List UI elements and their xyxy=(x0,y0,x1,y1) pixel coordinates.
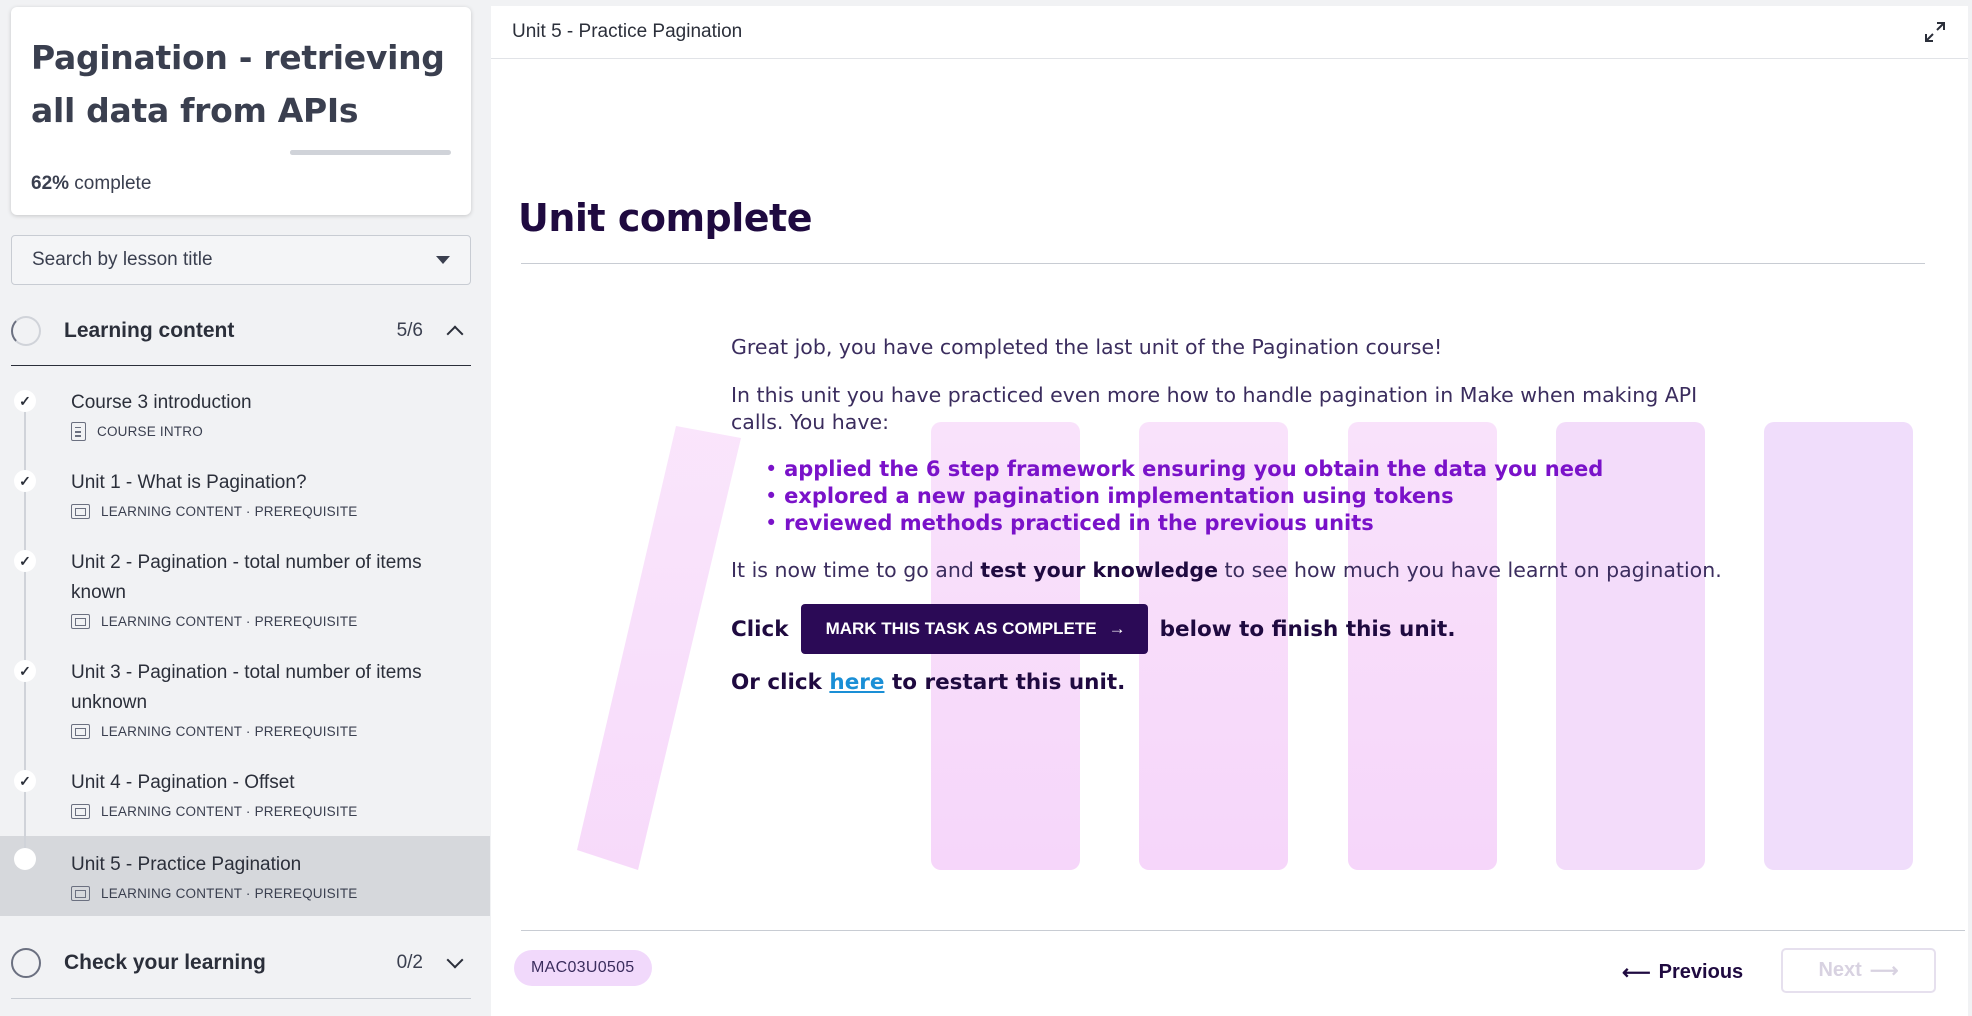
arrow-left-icon: ⟵ xyxy=(1622,961,1651,984)
section-divider xyxy=(11,998,471,999)
section-title: Learning content xyxy=(64,319,235,342)
footer-divider xyxy=(521,930,1965,931)
restart-unit-link[interactable]: here xyxy=(829,670,884,695)
lesson-item-course-intro[interactable]: ✓ Course 3 introduction COURSE INTRO xyxy=(0,376,490,456)
slides-icon xyxy=(71,723,90,739)
section-count: 5/6 xyxy=(396,320,423,341)
next-step-text-bold: test your knowledge xyxy=(980,558,1218,582)
next-step-text-start: It is now time to go and xyxy=(731,558,981,582)
checkmark-icon: ✓ xyxy=(14,470,36,492)
arrow-right-icon: → xyxy=(1108,619,1126,638)
lesson-item-unit-4[interactable]: ✓ Unit 4 - Pagination - Offset LEARNING … xyxy=(0,756,490,819)
section-count: 0/2 xyxy=(396,952,423,973)
lesson-title: Course 3 introduction xyxy=(71,392,252,413)
mark-task-complete-button[interactable]: MARK THIS TASK AS COMPLETE → xyxy=(800,604,1148,654)
checkmark-icon: ✓ xyxy=(14,390,36,412)
practice-summary-text: In this unit you have practiced even mor… xyxy=(731,383,1698,434)
arrow-right-icon: ⟶ xyxy=(1869,960,1899,982)
chevron-up-icon xyxy=(446,325,464,343)
next-step-text: It is now time to go and test your knowl… xyxy=(731,557,1731,584)
lesson-meta: COURSE INTRO xyxy=(71,420,490,442)
lesson-search-label: Search by lesson title xyxy=(32,249,213,270)
document-icon xyxy=(71,421,86,441)
slides-icon xyxy=(71,885,90,901)
achievement-item: explored a new pagination implementation… xyxy=(765,483,1731,510)
achievements-list: applied the 6 step framework ensuring yo… xyxy=(765,456,1731,537)
lesson-content-panel: Unit 5 - Practice Pagination Unit comple… xyxy=(491,6,1968,1016)
lesson-item-unit-1[interactable]: ✓ Unit 1 - What is Pagination? LEARNING … xyxy=(0,456,490,536)
expand-fullscreen-icon[interactable] xyxy=(1923,20,1947,44)
content-header: Unit 5 - Practice Pagination xyxy=(491,6,1968,59)
previous-label: Previous xyxy=(1658,960,1744,983)
timeline-line xyxy=(24,456,26,536)
lesson-meta-text: LEARNING CONTENT · PREREQUISITE xyxy=(101,503,358,519)
restart-row: Or click here to restart this unit. xyxy=(731,670,1731,695)
checkmark-icon: ✓ xyxy=(14,550,36,572)
achievement-item: applied the 6 step framework ensuring yo… xyxy=(765,456,1731,483)
lesson-title: Unit 1 - What is Pagination? xyxy=(71,472,307,493)
course-card: Pagination - retrieving all data from AP… xyxy=(11,7,471,215)
content-header-title: Unit 5 - Practice Pagination xyxy=(512,21,743,42)
lesson-meta-text: LEARNING CONTENT · PREREQUISITE xyxy=(101,803,358,819)
lesson-item-unit-3[interactable]: ✓ Unit 3 - Pagination - total number of … xyxy=(0,646,490,756)
lesson-item-unit-2[interactable]: ✓ Unit 2 - Pagination - total number of … xyxy=(0,536,490,646)
restart-prefix: Or click xyxy=(731,670,830,695)
unit-title: Unit complete xyxy=(518,196,813,240)
section-learning-content[interactable]: Learning content 5/6 xyxy=(11,301,471,361)
lesson-meta: LEARNING CONTENT · PREREQUISITE xyxy=(71,882,490,904)
previous-button[interactable]: ⟵ Previous xyxy=(1622,952,1743,992)
lesson-item-unit-5[interactable]: Unit 5 - Practice Pagination LEARNING CO… xyxy=(0,818,490,916)
lesson-meta: LEARNING CONTENT · PREREQUISITE xyxy=(71,500,490,522)
progress-bar xyxy=(290,150,451,155)
lesson-meta: LEARNING CONTENT · PREREQUISITE xyxy=(71,800,490,822)
lesson-title: Unit 4 - Pagination - Offset xyxy=(71,772,295,793)
restart-suffix: to restart this unit. xyxy=(884,670,1126,695)
course-title: Pagination - retrieving all data from AP… xyxy=(31,38,445,130)
click-prefix: Click xyxy=(731,616,789,642)
next-step-text-end: to see how much you have learnt on pagin… xyxy=(1217,558,1722,582)
click-suffix: below to finish this unit. xyxy=(1159,616,1456,642)
section-divider xyxy=(11,365,471,366)
progress-text: 62% complete xyxy=(31,173,151,195)
lesson-title: Unit 5 - Practice Pagination xyxy=(71,854,302,875)
unit-complete-message: Great job, you have completed the last u… xyxy=(731,334,1731,695)
lesson-search-select[interactable]: Search by lesson title xyxy=(11,235,471,285)
unit-code-badge: MAC03U0505 xyxy=(514,950,652,986)
checkmark-icon: ✓ xyxy=(14,770,36,792)
chevron-down-icon xyxy=(446,951,464,969)
achievement-item: reviewed methods practiced in the previo… xyxy=(765,510,1731,537)
lesson-meta: LEARNING CONTENT · PREREQUISITE xyxy=(71,610,490,632)
progress-suffix: complete xyxy=(69,173,152,194)
lesson-title: Unit 2 - Pagination - total number of it… xyxy=(71,552,422,603)
completion-text: Great job, you have completed the last u… xyxy=(731,335,1443,359)
slides-icon xyxy=(71,803,90,819)
lesson-meta-text: COURSE INTRO xyxy=(97,423,203,439)
course-sidebar: Pagination - retrieving all data from AP… xyxy=(0,0,490,1016)
current-lesson-dot-icon xyxy=(14,848,36,870)
section-title: Check your learning xyxy=(64,951,266,974)
timeline-line xyxy=(24,818,26,848)
title-divider xyxy=(521,263,1925,264)
checkmark-icon: ✓ xyxy=(14,660,36,682)
timeline-line xyxy=(24,410,26,456)
progress-bar-fill xyxy=(290,150,390,155)
lesson-title: Unit 3 - Pagination - total number of it… xyxy=(71,662,422,713)
slides-icon xyxy=(71,503,90,519)
progress-ring-icon xyxy=(11,948,41,978)
lesson-meta-text: LEARNING CONTENT · PREREQUISITE xyxy=(101,723,358,739)
lesson-meta: LEARNING CONTENT · PREREQUISITE xyxy=(71,720,490,742)
next-button[interactable]: Next ⟶ xyxy=(1781,948,1936,993)
lesson-list: ✓ Course 3 introduction COURSE INTRO ✓ U… xyxy=(0,376,490,916)
progress-ring-icon xyxy=(11,316,41,346)
next-label: Next xyxy=(1818,959,1862,981)
lesson-meta-text: LEARNING CONTENT · PREREQUISITE xyxy=(101,885,358,901)
lesson-meta-text: LEARNING CONTENT · PREREQUISITE xyxy=(101,613,358,629)
caret-down-icon xyxy=(436,256,450,264)
mark-complete-row: Click MARK THIS TASK AS COMPLETE → below … xyxy=(731,604,1731,654)
progress-percent: 62% xyxy=(31,173,70,194)
mark-button-label: MARK THIS TASK AS COMPLETE xyxy=(825,619,1097,638)
slides-icon xyxy=(71,613,90,629)
section-check-your-learning[interactable]: Check your learning 0/2 xyxy=(11,933,471,993)
